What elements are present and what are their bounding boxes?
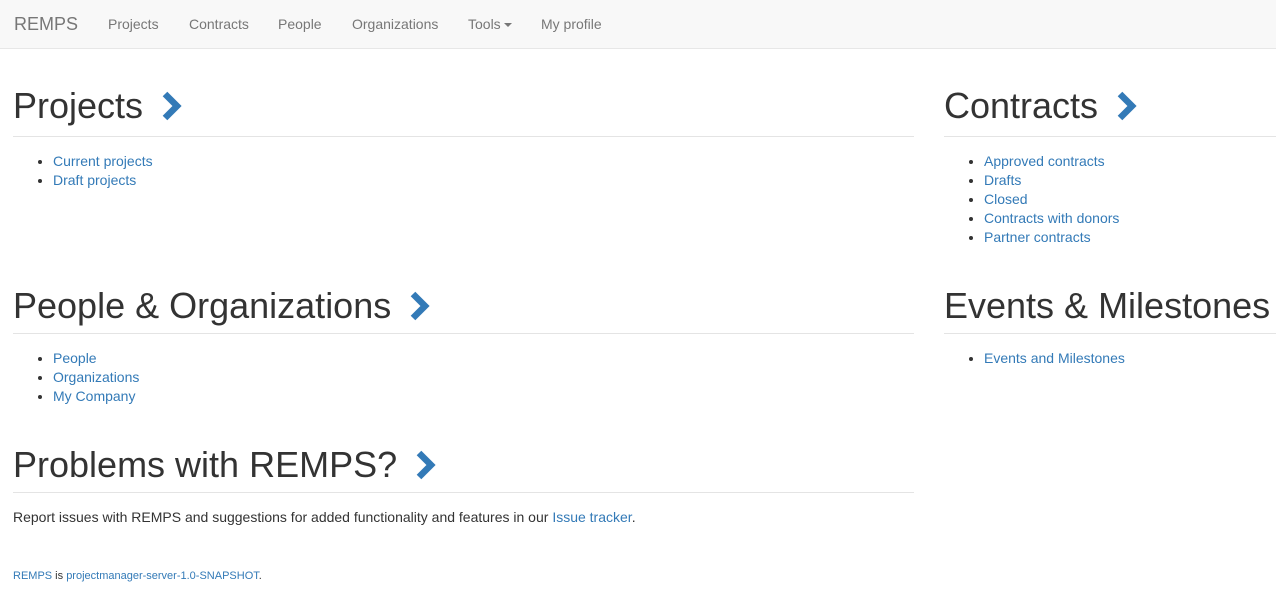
caret-down-icon xyxy=(503,23,512,28)
contracts-section: Contracts Approved contracts Drafts Clos… xyxy=(944,86,1276,247)
people-orgs-section: People & Organizations People Organizati… xyxy=(13,286,914,406)
list-item: Contracts with donors xyxy=(984,209,1276,228)
navbar-brand[interactable]: REMPS xyxy=(14,13,78,35)
events-links: Events and Milestones xyxy=(944,349,1276,368)
people-orgs-heading: People & Organizations xyxy=(13,286,914,326)
list-item: Partner contracts xyxy=(984,228,1276,247)
navbar: REMPS Projects Contracts People Organiza… xyxy=(0,0,1276,49)
link-my-company[interactable]: My Company xyxy=(53,388,135,404)
footer-text-end: . xyxy=(258,570,262,582)
divider xyxy=(944,333,1276,334)
problems-heading: Problems with REMPS? xyxy=(13,445,914,485)
chevron-right-icon[interactable] xyxy=(408,290,432,322)
list-item: Events and Milestones xyxy=(984,349,1276,368)
footer-version-link[interactable]: projectmanager-server-1.0-SNAPSHOT xyxy=(66,570,259,582)
footer-text: is xyxy=(52,570,67,582)
nav-projects[interactable]: Projects xyxy=(108,15,159,33)
issue-tracker-link[interactable]: Issue tracker xyxy=(552,509,631,525)
people-orgs-title: People & Organizations xyxy=(13,285,392,326)
link-contracts-with-donors[interactable]: Contracts with donors xyxy=(984,210,1119,226)
link-organizations[interactable]: Organizations xyxy=(53,369,139,385)
link-draft-projects[interactable]: Draft projects xyxy=(53,172,136,188)
nav-my-profile[interactable]: My profile xyxy=(541,15,602,33)
problems-section: Problems with REMPS? Report issues with … xyxy=(13,445,914,527)
link-people[interactable]: People xyxy=(53,350,97,366)
divider xyxy=(13,333,914,334)
projects-section: Projects Current projects Draft projects xyxy=(13,86,914,190)
nav-tools-label: Tools xyxy=(468,16,501,32)
divider xyxy=(13,136,914,137)
link-events-and-milestones[interactable]: Events and Milestones xyxy=(984,350,1125,366)
projects-links: Current projects Draft projects xyxy=(13,152,914,190)
chevron-right-icon[interactable] xyxy=(1115,90,1139,122)
list-item: Organizations xyxy=(53,368,914,387)
projects-title: Projects xyxy=(13,85,144,126)
problems-text: Report issues with REMPS and suggestions… xyxy=(13,509,553,525)
divider xyxy=(944,136,1276,137)
nav-tools-dropdown[interactable]: Tools xyxy=(468,15,512,33)
footer-app-link[interactable]: REMPS xyxy=(13,570,52,582)
nav-contracts[interactable]: Contracts xyxy=(189,15,249,33)
link-current-projects[interactable]: Current projects xyxy=(53,153,153,169)
link-approved-contracts[interactable]: Approved contracts xyxy=(984,153,1105,169)
problems-description: Report issues with REMPS and suggestions… xyxy=(13,507,914,527)
link-drafts[interactable]: Drafts xyxy=(984,172,1021,188)
events-section: Events & Milestones Events and Milestone… xyxy=(944,286,1276,368)
list-item: Drafts xyxy=(984,171,1276,190)
list-item: Current projects xyxy=(53,152,914,171)
list-item: Closed xyxy=(984,190,1276,209)
contracts-links: Approved contracts Drafts Closed Contrac… xyxy=(944,152,1276,247)
list-item: Draft projects xyxy=(53,171,914,190)
contracts-heading: Contracts xyxy=(944,86,1276,126)
projects-heading: Projects xyxy=(13,86,914,126)
chevron-right-icon[interactable] xyxy=(414,449,438,481)
list-item: People xyxy=(53,349,914,368)
list-item: Approved contracts xyxy=(984,152,1276,171)
divider xyxy=(13,492,914,493)
events-title: Events & Milestones xyxy=(944,285,1271,326)
events-heading: Events & Milestones xyxy=(944,286,1276,326)
list-item: My Company xyxy=(53,387,914,406)
problems-text-end: . xyxy=(631,509,636,525)
link-partner-contracts[interactable]: Partner contracts xyxy=(984,229,1091,245)
contracts-title: Contracts xyxy=(944,85,1099,126)
problems-title: Problems with REMPS? xyxy=(13,444,398,485)
footer: REMPS is projectmanager-server-1.0-SNAPS… xyxy=(13,569,262,583)
nav-organizations[interactable]: Organizations xyxy=(352,15,438,33)
nav-people[interactable]: People xyxy=(278,15,322,33)
chevron-right-icon[interactable] xyxy=(160,90,184,122)
link-closed[interactable]: Closed xyxy=(984,191,1028,207)
people-orgs-links: People Organizations My Company xyxy=(13,349,914,406)
